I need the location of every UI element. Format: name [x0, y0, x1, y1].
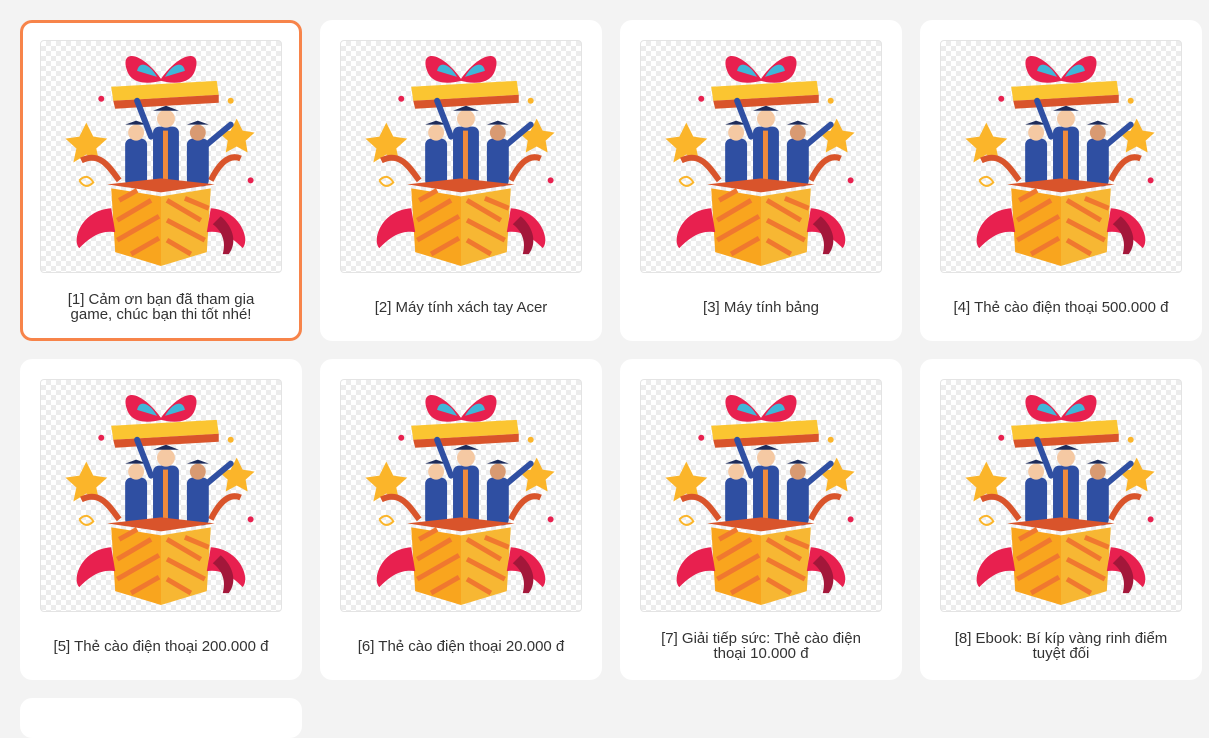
- prize-card[interactable]: [4] Thẻ cào điện thoại 500.000 đ: [920, 20, 1202, 341]
- prize-label: [6] Thẻ cào điện thoại 20.000 đ: [357, 637, 565, 655]
- prize-image: [40, 40, 282, 273]
- prize-image: [40, 379, 282, 612]
- gift-box-graduates-icon: [965, 394, 1155, 606]
- prize-label: [5] Thẻ cào điện thoại 200.000 đ: [53, 637, 269, 655]
- prize-image: [940, 40, 1182, 273]
- prize-image: [640, 379, 882, 612]
- gift-box-graduates-icon: [665, 55, 855, 267]
- prize-image: [340, 40, 582, 273]
- gift-box-graduates-icon: [65, 394, 255, 606]
- prize-card[interactable]: [3] Máy tính bảng: [620, 20, 902, 341]
- prize-label: [4] Thẻ cào điện thoại 500.000 đ: [953, 298, 1169, 316]
- prize-card[interactable]: [7] Giải tiếp sức: Thẻ cào điện thoại 10…: [620, 359, 902, 680]
- prize-card[interactable]: [5] Thẻ cào điện thoại 200.000 đ: [20, 359, 302, 680]
- prize-card-partial[interactable]: [20, 698, 302, 738]
- gift-box-graduates-icon: [365, 394, 555, 606]
- prize-label: [2] Máy tính xách tay Acer: [374, 298, 548, 316]
- prize-label: [1] Cảm ơn bạn đã tham gia game, chúc bạ…: [67, 291, 255, 323]
- prize-label: [3] Máy tính bảng: [703, 298, 819, 316]
- prize-card[interactable]: [1] Cảm ơn bạn đã tham gia game, chúc bạ…: [20, 20, 302, 341]
- prize-card[interactable]: [2] Máy tính xách tay Acer: [320, 20, 602, 341]
- prize-image: [940, 379, 1182, 612]
- prize-image: [340, 379, 582, 612]
- prize-label: [7] Giải tiếp sức: Thẻ cào điện thoại 10…: [661, 630, 861, 662]
- prize-image: [640, 40, 882, 273]
- prize-grid: [1] Cảm ơn bạn đã tham gia game, chúc bạ…: [20, 20, 1202, 738]
- prize-card[interactable]: [6] Thẻ cào điện thoại 20.000 đ: [320, 359, 602, 680]
- prize-label: [8] Ebook: Bí kíp vàng rinh điểm tuyệt đ…: [954, 630, 1168, 662]
- gift-box-graduates-icon: [665, 394, 855, 606]
- gift-box-graduates-icon: [965, 55, 1155, 267]
- gift-box-graduates-icon: [365, 55, 555, 267]
- prize-card[interactable]: [8] Ebook: Bí kíp vàng rinh điểm tuyệt đ…: [920, 359, 1202, 680]
- gift-box-graduates-icon: [65, 55, 255, 267]
